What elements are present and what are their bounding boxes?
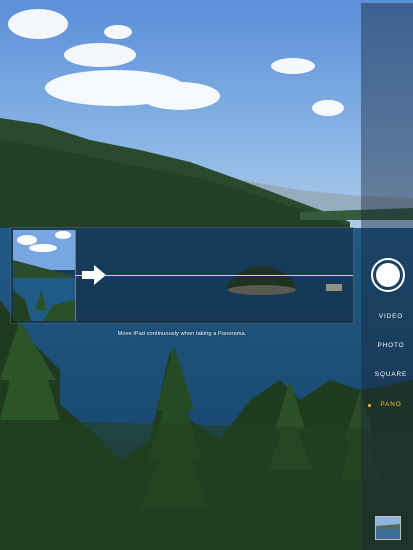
panorama-capture-strip <box>10 227 354 324</box>
camera-viewfinder[interactable]: Move iPad continuously when taking a Pan… <box>0 0 413 550</box>
mode-video[interactable]: VIDEO <box>372 313 410 320</box>
last-photo-thumbnail[interactable] <box>375 516 401 540</box>
mode-photo[interactable]: PHOTO <box>372 342 410 349</box>
shutter-circle-icon <box>376 263 400 287</box>
panorama-direction-arrow-icon <box>81 263 107 287</box>
panorama-preview <box>13 230 76 321</box>
panorama-instruction: Move iPad continuously when taking a Pan… <box>117 331 247 337</box>
shutter-button[interactable] <box>371 258 405 292</box>
selected-mode-indicator-icon <box>368 404 371 407</box>
panorama-guide-line <box>75 275 353 276</box>
mode-pano[interactable]: PANO <box>372 401 410 408</box>
mode-square[interactable]: SQUARE <box>372 371 410 378</box>
